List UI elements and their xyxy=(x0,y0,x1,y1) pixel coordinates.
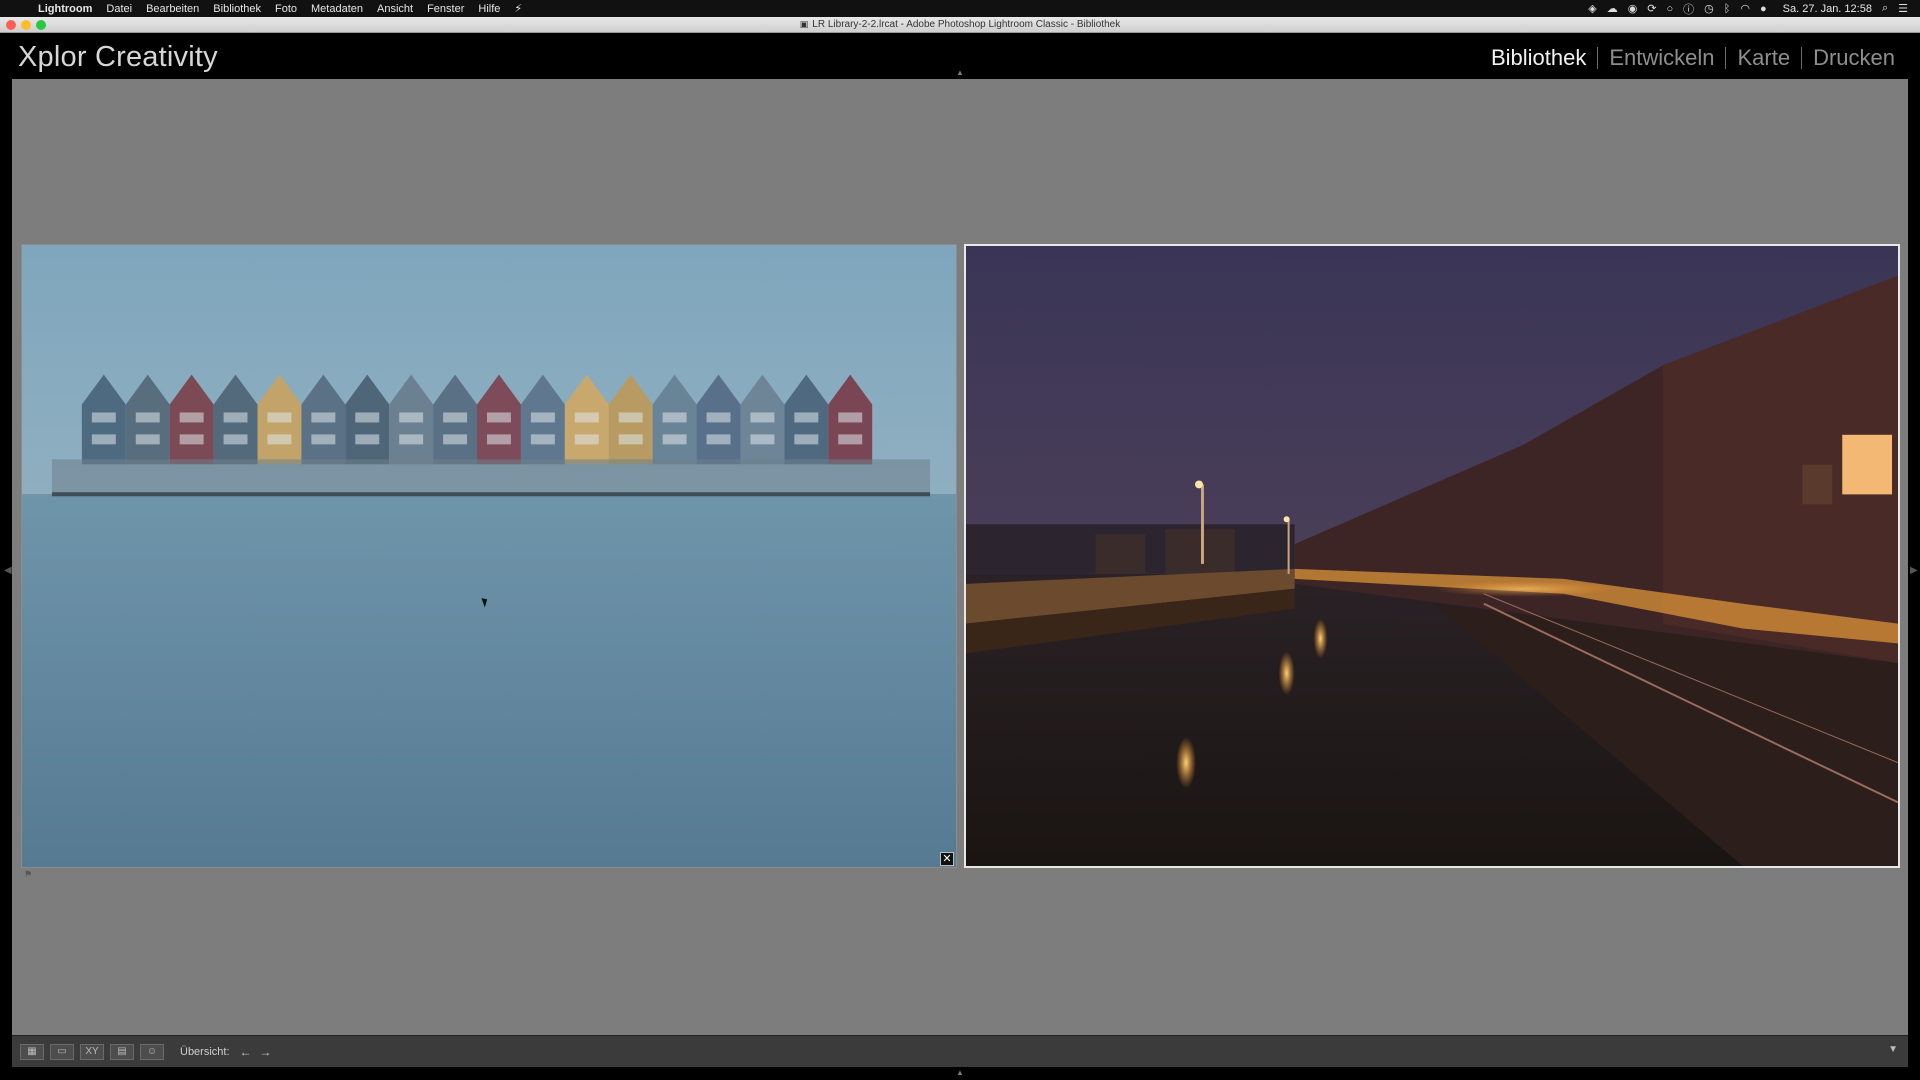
lightroom-topbar: Xplor Creativity Bibliothek Entwickeln K… xyxy=(0,33,1920,79)
time-machine-icon[interactable]: ◷ xyxy=(1704,2,1714,15)
photo-night-promenade xyxy=(966,246,1898,866)
bluetooth-icon[interactable]: ᛒ xyxy=(1724,3,1731,15)
next-photo-icon[interactable]: → xyxy=(260,1045,272,1059)
compare-select-photo[interactable] xyxy=(21,244,957,868)
toolbar-options-chevron-icon[interactable]: ▼ xyxy=(1888,1044,1898,1055)
module-drucken[interactable]: Drucken xyxy=(1802,45,1906,71)
window-title: LR Library-2-2.lrcat - Adobe Photoshop L… xyxy=(812,19,1121,30)
circle-icon[interactable]: ○ xyxy=(1667,3,1674,15)
menu-ansicht[interactable]: Ansicht xyxy=(377,3,413,15)
menu-bibliothek[interactable]: Bibliothek xyxy=(213,3,261,15)
menu-hilfe[interactable]: Hilfe xyxy=(478,3,500,15)
menu-datei[interactable]: Datei xyxy=(106,3,132,15)
photo-houses-lake xyxy=(22,245,956,867)
menu-foto[interactable]: Foto xyxy=(275,3,297,15)
right-panel-toggle-icon[interactable]: ▶ xyxy=(1910,565,1918,576)
module-picker: Bibliothek Entwickeln Karte Drucken xyxy=(1480,45,1906,71)
info-icon[interactable]: ⓘ xyxy=(1683,1,1694,17)
wifi-icon[interactable]: ◠ xyxy=(1740,2,1750,15)
cloud-icon[interactable]: ☁ xyxy=(1607,2,1618,15)
previous-photo-icon[interactable]: ← xyxy=(240,1045,252,1059)
menu-metadaten[interactable]: Metadaten xyxy=(311,3,363,15)
compare-candidate-photo[interactable] xyxy=(964,244,1900,868)
zoom-window-button[interactable] xyxy=(36,20,46,30)
module-entwickeln[interactable]: Entwickeln xyxy=(1598,45,1725,71)
bottom-toolbar: ▦ ▭ XY ▤ ☺ Übersicht: ← → ▼ xyxy=(12,1035,1908,1067)
module-bibliothek[interactable]: Bibliothek xyxy=(1480,45,1597,71)
survey-label: Übersicht: xyxy=(180,1045,230,1058)
window-titlebar: ▣ LR Library-2-2.lrcat - Adobe Photoshop… xyxy=(0,17,1920,33)
identity-plate[interactable]: Xplor Creativity xyxy=(18,41,218,74)
module-karte[interactable]: Karte xyxy=(1726,45,1801,71)
left-panel-toggle-icon[interactable]: ◀ xyxy=(4,565,12,576)
status-area: ◈ ☁ ◉ ⟳ ○ ⓘ ◷ ᛒ ◠ ● Sa. 27. Jan. 12:58 ⌕… xyxy=(1588,1,1908,17)
sync-icon[interactable]: ⟳ xyxy=(1647,2,1656,15)
grid-view-icon[interactable]: ▦ xyxy=(20,1043,44,1060)
people-view-icon[interactable]: ☺ xyxy=(140,1043,164,1060)
record-icon[interactable]: ◉ xyxy=(1628,2,1638,15)
survey-view-icon[interactable]: ▤ xyxy=(110,1043,134,1060)
loupe-view-icon[interactable]: ▭ xyxy=(50,1043,74,1060)
bolt-icon[interactable]: ⚡ xyxy=(514,2,522,15)
document-icon: ▣ xyxy=(799,19,809,29)
spotlight-icon[interactable]: ⌕ xyxy=(1882,2,1888,15)
menu-fenster[interactable]: Fenster xyxy=(427,3,464,15)
macos-menubar: Lightroom Datei Bearbeiten Bibliothek Fo… xyxy=(0,0,1920,17)
close-window-button[interactable] xyxy=(6,20,16,30)
window-controls xyxy=(6,20,46,30)
compare-view-icon[interactable]: XY xyxy=(80,1043,104,1060)
bottom-panel-toggle-icon[interactable]: ▲ xyxy=(956,1068,964,1077)
menu-bearbeiten[interactable]: Bearbeiten xyxy=(146,3,199,15)
flag-icon[interactable]: ⚑ xyxy=(24,869,32,880)
dropbox-icon[interactable]: ◈ xyxy=(1588,2,1596,15)
menubar-clock[interactable]: Sa. 27. Jan. 12:58 xyxy=(1783,3,1872,15)
close-compare-icon[interactable]: ✕ xyxy=(940,852,954,866)
notification-center-icon[interactable]: ☰ xyxy=(1898,2,1908,15)
minimize-window-button[interactable] xyxy=(21,20,31,30)
user-icon[interactable]: ● xyxy=(1760,3,1767,15)
menu-lightroom[interactable]: Lightroom xyxy=(38,3,92,15)
top-panel-toggle-icon[interactable]: ▲ xyxy=(956,68,964,77)
